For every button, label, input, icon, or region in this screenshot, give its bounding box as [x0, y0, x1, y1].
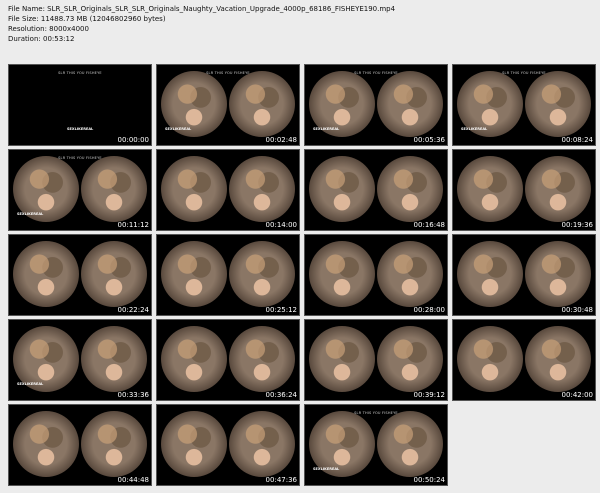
thumbnail[interactable]: 00:44:48: [8, 404, 152, 486]
timecode: 00:08:24: [561, 136, 593, 144]
timecode: 00:47:36: [265, 476, 297, 484]
overlay-title: SLR THIS YOU FISHEYE: [502, 71, 546, 75]
thumbnail[interactable]: 00:14:00: [156, 149, 300, 231]
fisheye-left-view: [457, 156, 523, 222]
fisheye-right-view: [229, 156, 295, 222]
thumbnail[interactable]: SLR THIS YOU FISHEYE SEXLIKEREAL 00:02:4…: [156, 64, 300, 146]
fisheye-left-view: [457, 241, 523, 307]
timecode: 00:11:12: [117, 221, 149, 229]
overlay-title: SLR THIS YOU FISHEYE: [206, 71, 250, 75]
thumbnail[interactable]: SLR THIS YOU FISHEYE SEXLIKEREAL 00:00:0…: [8, 64, 152, 146]
fisheye-right-view: [229, 241, 295, 307]
thumbnail[interactable]: 00:36:24: [156, 319, 300, 401]
timecode: 00:02:48: [265, 136, 297, 144]
fisheye-left-view: [161, 156, 227, 222]
fisheye-right-view: [81, 411, 147, 477]
thumbnail[interactable]: 00:42:00: [452, 319, 596, 401]
timecode: 00:50:24: [413, 476, 445, 484]
fisheye-right-view: [525, 156, 591, 222]
fisheye-left-view: [13, 241, 79, 307]
timecode: 00:14:00: [265, 221, 297, 229]
fisheye-right-view: [81, 156, 147, 222]
fisheye-right-view: [81, 326, 147, 392]
fisheye-right-view: [81, 241, 147, 307]
timecode: 00:42:00: [561, 391, 593, 399]
thumbnail[interactable]: 00:25:12: [156, 234, 300, 316]
timecode: 00:39:12: [413, 391, 445, 399]
fisheye-left-view: [13, 411, 79, 477]
thumbnail[interactable]: SLR THIS YOU FISHEYE SEXLIKEREAL 00:50:2…: [304, 404, 448, 486]
fisheye-right-view: [377, 326, 443, 392]
thumbnail[interactable]: SEXLIKEREAL 00:33:36: [8, 319, 152, 401]
timecode: 00:44:48: [117, 476, 149, 484]
overlay-title: SLR THIS YOU FISHEYE: [354, 411, 398, 415]
timecode: 00:22:24: [117, 306, 149, 314]
thumbnail[interactable]: 00:22:24: [8, 234, 152, 316]
thumbnail-grid: SLR THIS YOU FISHEYE SEXLIKEREAL 00:00:0…: [8, 64, 596, 486]
thumbnail[interactable]: 00:47:36: [156, 404, 300, 486]
thumbnail[interactable]: SLR THIS YOU FISHEYE SEXLIKEREAL 00:08:2…: [452, 64, 596, 146]
overlay-brand: SEXLIKEREAL: [313, 467, 340, 471]
overlay-title: SLR THIS YOU FISHEYE: [58, 156, 102, 160]
overlay-brand: SEXLIKEREAL: [165, 127, 192, 131]
file-info-header: File Name: SLR_SLR_Originals_SLR_SLR_Ori…: [8, 4, 395, 44]
timecode: 00:30:48: [561, 306, 593, 314]
fisheye-left-view: [161, 326, 227, 392]
fisheye-right-view: [229, 411, 295, 477]
file-name-text: File Name: SLR_SLR_Originals_SLR_SLR_Ori…: [8, 5, 396, 13]
fisheye-right-view: [229, 71, 295, 137]
overlay-brand: SEXLIKEREAL: [17, 212, 44, 216]
fisheye-right-view: [525, 326, 591, 392]
timecode: 00:16:48: [413, 221, 445, 229]
fisheye-right-view: [525, 71, 591, 137]
thumbnail[interactable]: 00:19:36: [452, 149, 596, 231]
fisheye-left-view: [309, 156, 375, 222]
thumbnail[interactable]: 00:16:48: [304, 149, 448, 231]
timecode: 00:25:12: [265, 306, 297, 314]
duration-text: Duration: 00:53:12: [8, 35, 75, 43]
overlay-title: SLR THIS YOU FISHEYE: [354, 71, 398, 75]
fisheye-right-view: [525, 241, 591, 307]
file-size-text: File Size: 11488.73 MB (12046802960 byte…: [8, 15, 166, 23]
thumbnail[interactable]: 00:39:12: [304, 319, 448, 401]
fisheye-right-view: [377, 71, 443, 137]
overlay-brand: SEXLIKEREAL: [67, 127, 94, 131]
overlay-title: SLR THIS YOU FISHEYE: [58, 71, 102, 75]
thumbnail[interactable]: SLR THIS YOU FISHEYE SEXLIKEREAL 00:05:3…: [304, 64, 448, 146]
resolution-text: Resolution: 8000x4000: [8, 25, 89, 33]
empty-thumbnail-slot: [452, 404, 596, 486]
fisheye-left-view: [161, 411, 227, 477]
fisheye-right-view: [229, 326, 295, 392]
overlay-brand: SEXLIKEREAL: [313, 127, 340, 131]
thumbnail[interactable]: 00:30:48: [452, 234, 596, 316]
timecode: 00:19:36: [561, 221, 593, 229]
fisheye-left-view: [309, 326, 375, 392]
timecode: 00:28:00: [413, 306, 445, 314]
fisheye-left-view: [161, 241, 227, 307]
timecode: 00:36:24: [265, 391, 297, 399]
thumbnail[interactable]: SLR THIS YOU FISHEYE SEXLIKEREAL 00:11:1…: [8, 149, 152, 231]
overlay-brand: SEXLIKEREAL: [461, 127, 488, 131]
overlay-brand: SEXLIKEREAL: [17, 382, 44, 386]
timecode: 00:00:00: [117, 136, 149, 144]
fisheye-right-view: [377, 241, 443, 307]
timecode: 00:05:36: [413, 136, 445, 144]
fisheye-left-view: [309, 241, 375, 307]
fisheye-right-view: [377, 411, 443, 477]
timecode: 00:33:36: [117, 391, 149, 399]
fisheye-right-view: [377, 156, 443, 222]
fisheye-left-view: [457, 326, 523, 392]
thumbnail[interactable]: 00:28:00: [304, 234, 448, 316]
